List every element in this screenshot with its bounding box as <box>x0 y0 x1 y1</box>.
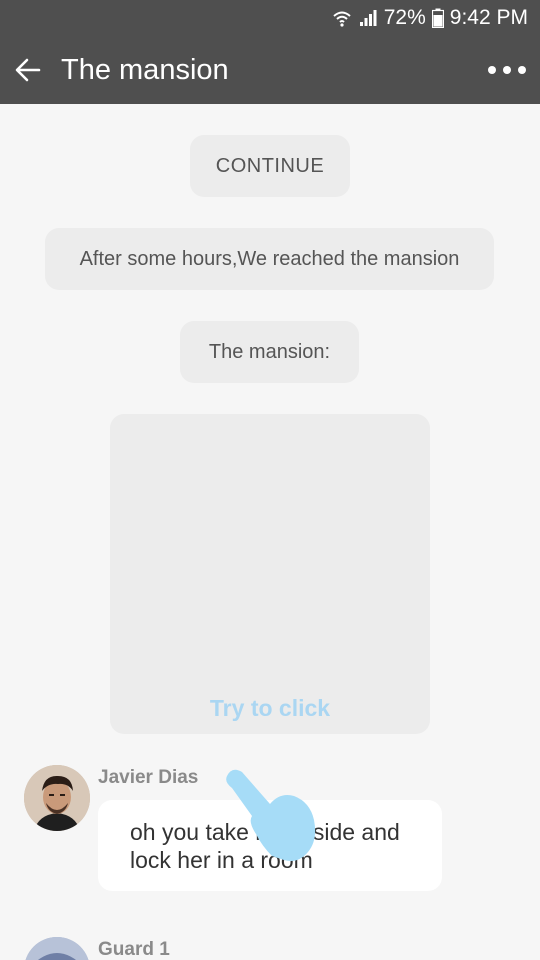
continue-button[interactable]: CONTINUE <box>190 135 350 197</box>
signal-icon <box>358 8 378 28</box>
status-bar: 72% 9:42 PM <box>0 0 540 36</box>
battery-icon <box>431 8 444 28</box>
image-placeholder[interactable]: Try to click <box>110 414 430 734</box>
sender-name: Guard 1 <box>98 939 170 960</box>
wifi-icon <box>332 8 352 28</box>
try-to-click-hint: Try to click <box>209 695 331 721</box>
page-title: The mansion <box>61 54 229 86</box>
more-dots-icon[interactable] <box>482 50 532 90</box>
avatar-javier-dias[interactable] <box>24 765 90 831</box>
tap-hand-icon <box>222 762 332 872</box>
narration-message: After some hours,We reached the mansion <box>45 228 494 290</box>
battery-percent: 72% <box>383 6 426 29</box>
avatar-guard-1[interactable] <box>24 937 90 960</box>
sender-name: Javier Dias <box>98 767 199 788</box>
back-arrow-icon[interactable] <box>8 50 48 90</box>
image-caption-message: The mansion: <box>180 321 359 383</box>
app-bar: The mansion <box>0 36 540 104</box>
clock: 9:42 PM <box>449 6 528 29</box>
